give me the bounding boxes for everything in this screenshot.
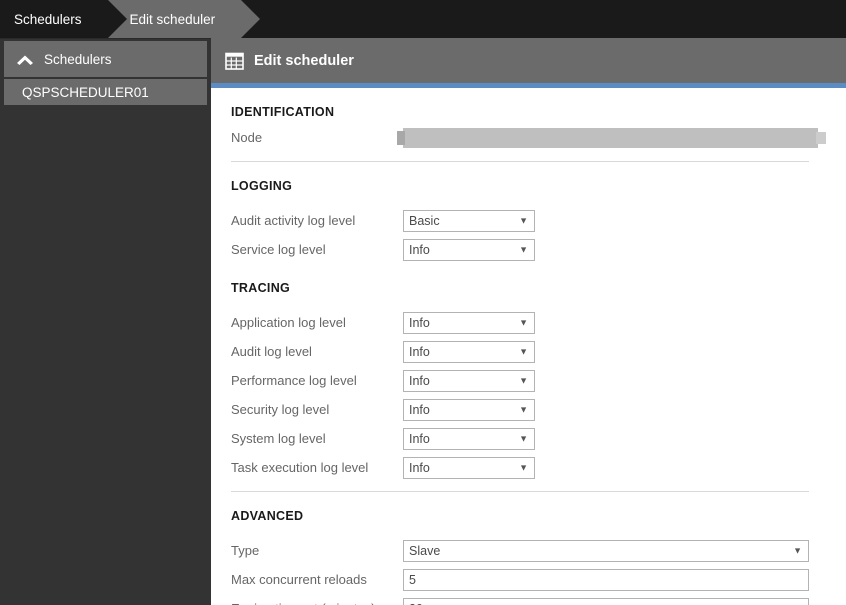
field-label: Application log level — [231, 315, 346, 330]
section-logging: LOGGING Audit activity log level Basic ▼… — [211, 176, 846, 264]
security-log-level-select[interactable]: Info — [403, 398, 535, 421]
audit-activity-log-level-select[interactable]: Basic — [403, 209, 535, 232]
type-select[interactable]: Slave — [403, 539, 809, 562]
field-label: System log level — [231, 431, 326, 446]
field-application-log-level: Application log level Info ▼ — [231, 308, 846, 337]
field-system-log-level: System log level Info ▼ — [231, 424, 846, 453]
field-label: Task execution log level — [231, 460, 369, 475]
sidebar-item-qspscheduler01[interactable]: QSPSCHEDULER01 — [4, 79, 207, 105]
field-service-log-level: Service log level Info ▼ — [231, 235, 846, 264]
audit-log-level-select-wrap: Info ▼ — [403, 340, 535, 363]
field-audit-log-level: Audit log level Info ▼ — [231, 337, 846, 366]
field-type: Type Slave ▼ — [231, 536, 846, 565]
security-log-level-select-wrap: Info ▼ — [403, 398, 535, 421]
breadcrumb-item-label: Schedulers — [14, 11, 82, 27]
chevron-up-icon — [14, 48, 36, 70]
sidebar-item-label: QSPSCHEDULER01 — [22, 84, 149, 100]
field-label: Service log level — [231, 242, 326, 257]
breadcrumb: Schedulers Edit scheduler — [0, 0, 846, 38]
field-label: Audit activity log level — [231, 213, 356, 228]
field-security-log-level: Security log level Info ▼ — [231, 395, 846, 424]
breadcrumb-chevron-icon — [107, 0, 127, 38]
content-panel: Edit scheduler IDENTIFICATION Node LOGGI… — [211, 38, 846, 605]
performance-log-level-select-wrap: Info ▼ — [403, 369, 535, 392]
sidebar: Schedulers QSPSCHEDULER01 — [0, 38, 211, 605]
task-execution-log-level-select-wrap: Info ▼ — [403, 456, 535, 479]
breadcrumb-item-schedulers[interactable]: Schedulers — [0, 0, 127, 38]
field-label: Max concurrent reloads — [231, 572, 367, 587]
field-label: Performance log level — [231, 373, 357, 388]
max-concurrent-reloads-input[interactable] — [403, 568, 809, 591]
section-title: IDENTIFICATION — [231, 105, 335, 119]
service-log-level-select[interactable]: Info — [403, 238, 535, 261]
application-log-level-select-wrap: Info ▼ — [403, 311, 535, 334]
field-label: Engine timeout (minutes) — [231, 601, 403, 605]
system-log-level-select-wrap: Info ▼ — [403, 427, 535, 450]
field-label: Node — [231, 130, 263, 145]
field-label: Type — [231, 543, 260, 558]
breadcrumb-item-edit-scheduler[interactable]: Edit scheduler — [107, 0, 261, 38]
field-audit-activity-log-level: Audit activity log level Basic ▼ — [231, 206, 846, 235]
breadcrumb-item-label: Edit scheduler — [129, 11, 216, 27]
section-title: ADVANCED — [231, 509, 304, 523]
node-value-redacted[interactable] — [397, 127, 826, 148]
system-log-level-select[interactable]: Info — [403, 427, 535, 450]
field-label: Security log level — [231, 402, 330, 417]
calendar-icon — [224, 51, 244, 71]
field-performance-log-level: Performance log level Info ▼ — [231, 366, 846, 395]
sidebar-group-schedulers[interactable]: Schedulers — [4, 41, 207, 77]
content-header: Edit scheduler — [211, 38, 846, 83]
application-log-level-select[interactable]: Info — [403, 311, 535, 334]
section-advanced: ADVANCED Type Slave ▼ Max concurrent rel… — [211, 506, 846, 605]
field-label: Audit log level — [231, 344, 312, 359]
section-identification: IDENTIFICATION Node — [211, 102, 846, 152]
section-tracing: TRACING Application log level Info ▼ Aud… — [211, 278, 846, 482]
field-node: Node — [231, 123, 846, 152]
breadcrumb-chevron-icon — [241, 0, 261, 38]
audit-activity-log-level-select-wrap: Basic ▼ — [403, 209, 535, 232]
engine-timeout-input[interactable] — [403, 597, 809, 605]
field-task-execution-log-level: Task execution log level Info ▼ — [231, 453, 846, 482]
page-title: Edit scheduler — [254, 52, 354, 69]
section-title: LOGGING — [231, 179, 293, 193]
audit-log-level-select[interactable]: Info — [403, 340, 535, 363]
performance-log-level-select[interactable]: Info — [403, 369, 535, 392]
service-log-level-select-wrap: Info ▼ — [403, 238, 535, 261]
field-max-concurrent-reloads: Max concurrent reloads — [231, 565, 846, 594]
scheduler-form: IDENTIFICATION Node LOGGING Audit activi… — [211, 88, 846, 605]
section-title: TRACING — [231, 281, 291, 295]
type-select-wrap: Slave ▼ — [403, 539, 809, 562]
task-execution-log-level-select[interactable]: Info — [403, 456, 535, 479]
sidebar-group-label: Schedulers — [44, 51, 112, 67]
field-engine-timeout: Engine timeout (minutes) — [231, 594, 846, 605]
